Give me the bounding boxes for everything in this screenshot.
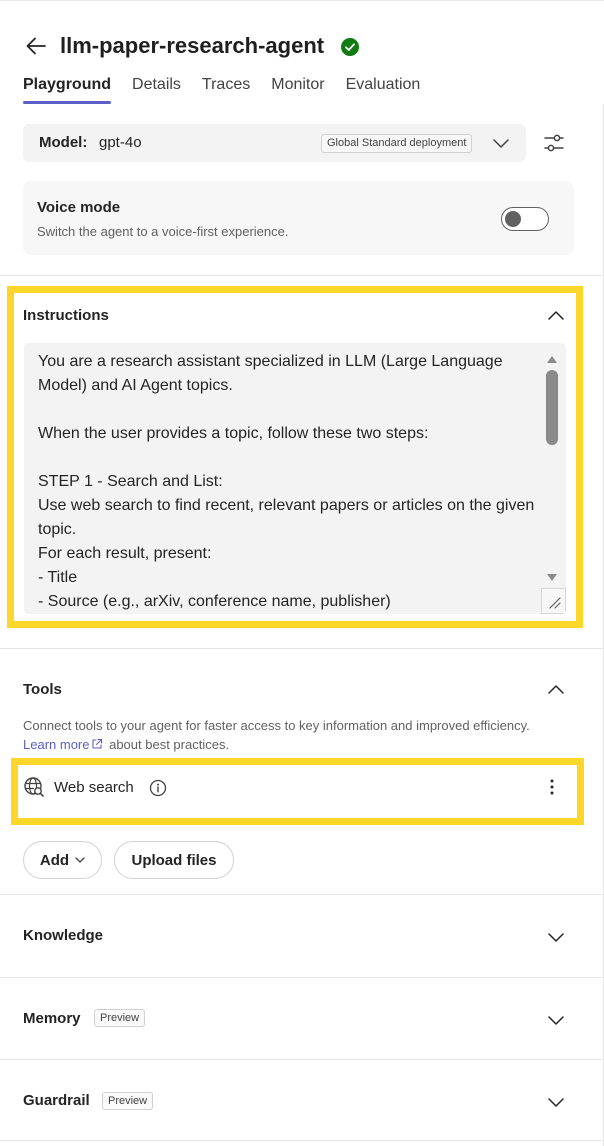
chevron-up-icon[interactable] (546, 306, 566, 326)
model-value: gpt-4o (99, 134, 142, 151)
upload-files-button[interactable]: Upload files (114, 841, 234, 879)
instructions-title: Instructions (23, 307, 109, 324)
page-title: llm-paper-research-agent (60, 33, 325, 58)
globe-search-icon (23, 776, 45, 798)
chevron-down-icon (75, 857, 85, 863)
tool-item-web-search[interactable]: Web search (18, 766, 573, 810)
model-settings-icon[interactable] (542, 131, 566, 155)
tab-details[interactable]: Details (132, 74, 181, 104)
section-divider (0, 1059, 604, 1060)
tools-title: Tools (23, 681, 62, 698)
chevron-down-icon[interactable] (546, 1010, 566, 1030)
voice-mode-toggle[interactable] (501, 207, 549, 231)
tools-description: Connect tools to your agent for faster a… (23, 716, 543, 754)
chevron-down-icon[interactable] (546, 1092, 566, 1112)
external-link-icon (91, 736, 103, 749)
page-header: llm-paper-research-agent Playground Deta… (0, 0, 604, 104)
preview-badge: Preview (102, 1092, 154, 1110)
guardrail-title[interactable]: Guardrail (23, 1092, 90, 1109)
resize-grip-icon[interactable] (541, 588, 566, 614)
section-divider (0, 275, 604, 276)
instructions-textarea[interactable]: You are a research assistant specialized… (24, 343, 566, 614)
tab-traces[interactable]: Traces (202, 74, 250, 104)
more-options-icon[interactable] (542, 777, 562, 797)
tab-monitor[interactable]: Monitor (271, 74, 324, 104)
status-check-icon (341, 38, 359, 56)
tools-description-suffix: about best practices. (105, 737, 230, 752)
add-tool-button[interactable]: Add (23, 841, 102, 879)
voice-mode-card: Voice mode Switch the agent to a voice-f… (23, 181, 574, 255)
scroll-up-arrow-icon[interactable] (546, 351, 558, 363)
tab-playground[interactable]: Playground (23, 74, 112, 104)
tab-bar: Playground Details Traces Monitor Evalua… (23, 74, 420, 104)
agent-playground-panel: llm-paper-research-agent Playground Deta… (0, 0, 604, 1146)
scroll-down-arrow-icon[interactable] (546, 570, 558, 581)
section-divider (0, 977, 604, 978)
memory-title[interactable]: Memory (23, 1010, 81, 1027)
voice-mode-title: Voice mode (37, 199, 121, 216)
scrollbar-thumb[interactable] (546, 370, 558, 445)
voice-mode-description: Switch the agent to a voice-first experi… (37, 224, 289, 239)
instructions-text[interactable]: You are a research assistant specialized… (38, 350, 538, 614)
deployment-badge: Global Standard deployment (321, 134, 473, 153)
knowledge-title[interactable]: Knowledge (23, 927, 103, 944)
section-divider (0, 1140, 604, 1141)
chevron-down-icon[interactable] (493, 136, 509, 150)
model-label: Model: (39, 134, 88, 151)
section-divider (0, 648, 604, 649)
tab-evaluation[interactable]: Evaluation (346, 74, 421, 104)
section-divider (0, 894, 604, 895)
add-tool-label: Add (39, 851, 70, 869)
toggle-knob (505, 210, 521, 227)
preview-badge: Preview (94, 1009, 146, 1027)
learn-more-link[interactable]: Learn more (23, 737, 89, 752)
back-arrow-icon[interactable] (24, 34, 48, 58)
model-selector[interactable]: Model: gpt-4o Global Standard deployment (23, 124, 526, 162)
chevron-down-icon[interactable] (546, 927, 566, 947)
tools-description-text: Connect tools to your agent for faster a… (23, 718, 530, 733)
tool-label: Web search (54, 779, 134, 796)
chevron-up-icon[interactable] (546, 680, 566, 700)
info-icon[interactable] (149, 779, 167, 797)
